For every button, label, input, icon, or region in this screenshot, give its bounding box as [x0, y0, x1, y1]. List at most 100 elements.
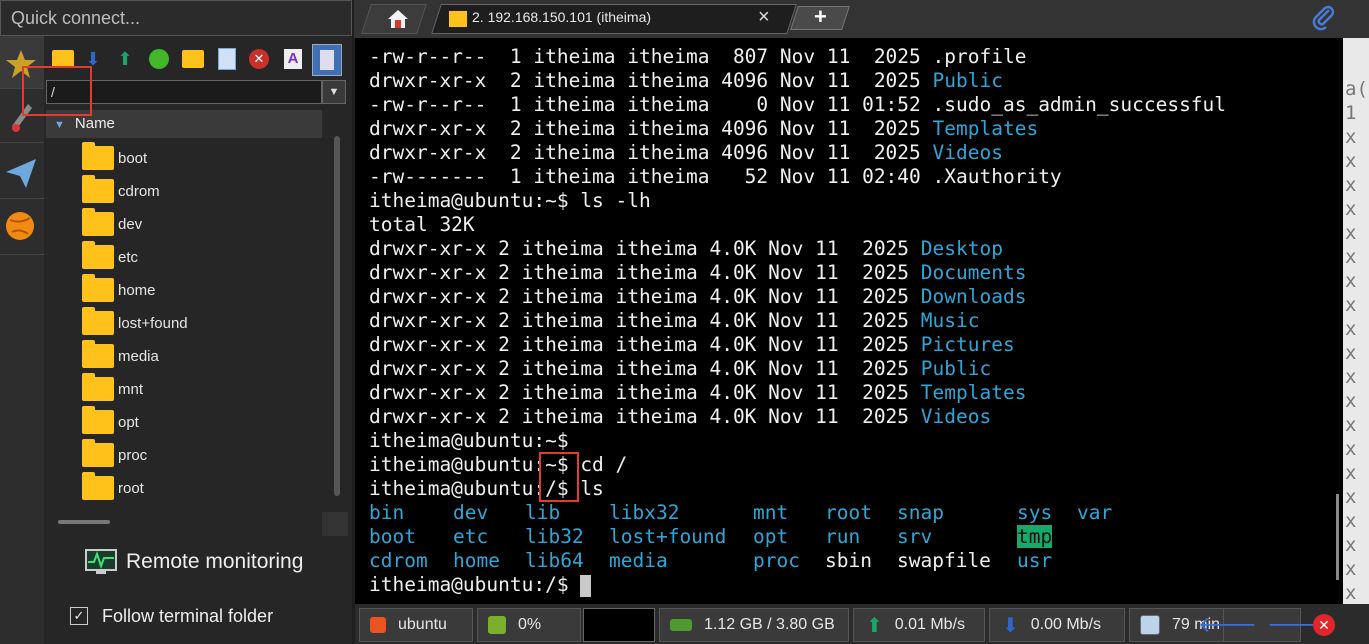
terminal-line-text: drwxr-xr-x 2 itheima itheima 4096 Nov 11… [369, 141, 933, 164]
ls-entry-text: sys [1017, 501, 1053, 524]
paperclip-icon[interactable] [1310, 4, 1338, 32]
globe-icon [6, 212, 34, 240]
folder-row-home[interactable]: home [82, 274, 156, 305]
upload-button[interactable]: ⬆ [112, 46, 138, 72]
new-file-icon [218, 48, 236, 70]
terminal-line: drwxr-xr-x 2 itheima itheima 4.0K Nov 11… [369, 261, 1026, 285]
terminal-filename: .Xauthority [932, 165, 1062, 188]
ls-entry-text: sbin [825, 549, 872, 572]
properties-button[interactable] [312, 44, 342, 76]
ls-entry: sys [1017, 501, 1052, 525]
ubuntu-icon [370, 617, 386, 633]
status-cpu: 0% [477, 608, 581, 642]
left-icon-strip [0, 36, 44, 644]
new-folder-icon [182, 50, 204, 68]
annotation-prompt-box [539, 452, 579, 502]
ls-entry-text: snap [897, 501, 944, 524]
ls-entry: mnt [753, 501, 788, 525]
folder-row-media[interactable]: media [82, 340, 159, 371]
background-text-char: x [1345, 222, 1357, 244]
new-folder-button[interactable] [180, 46, 206, 72]
ls-entry: lib [525, 501, 560, 525]
new-file-button[interactable] [214, 46, 240, 72]
ls-entry: opt [753, 525, 788, 549]
clock-monitor-icon [1140, 615, 1160, 635]
delete-button[interactable]: ✕ [246, 46, 272, 72]
download-arrow-icon: ⬇ [1002, 614, 1019, 637]
background-text-char: x [1345, 534, 1357, 556]
folder-icon [82, 472, 114, 500]
status-host[interactable]: ubuntu [359, 608, 473, 642]
folder-row-boot[interactable]: boot [82, 142, 147, 173]
folder-icon [82, 340, 114, 368]
tab-close-button[interactable]: × [758, 6, 770, 29]
follow-terminal-checkbox[interactable]: ✓ Follow terminal folder [70, 604, 350, 628]
terminal-line-text: drwxr-xr-x 2 itheima itheima 4.0K Nov 11… [369, 381, 921, 404]
terminal-line: drwxr-xr-x 2 itheima itheima 4096 Nov 11… [369, 69, 1003, 93]
ls-entry: proc [753, 549, 800, 573]
terminal-filename: Public [932, 69, 1003, 92]
background-text-char: x [1345, 294, 1357, 316]
terminal-filename: Downloads [920, 285, 1027, 308]
folder-row-lost-found[interactable]: lost+found [82, 307, 188, 338]
terminal-line: total 32K [369, 213, 475, 237]
ls-entry: var [1077, 501, 1112, 525]
terminal-line-text: drwxr-xr-x 2 itheima itheima 4.0K Nov 11… [369, 357, 921, 380]
terminal[interactable]: -rw-r--r-- 1 itheima itheima 807 Nov 11 … [355, 38, 1343, 604]
terminal-line: drwxr-xr-x 2 itheima itheima 4.0K Nov 11… [369, 309, 979, 333]
terminal-filename: Templates [932, 117, 1039, 140]
arrow-left-icon[interactable]: 🡐 [1198, 612, 1257, 638]
terminal-tab-icon [448, 10, 468, 28]
ls-entry-text: etc [453, 525, 489, 548]
folder-icon [82, 175, 114, 203]
status-upload: ⬆ 0.01 Mb/s [853, 608, 985, 642]
terminal-line: drwxr-xr-x 2 itheima itheima 4.0K Nov 11… [369, 405, 991, 429]
status-download: ⬇ 0.00 Mb/s [989, 608, 1125, 642]
folder-row-dev[interactable]: dev [82, 208, 142, 239]
checkbox-checked-icon: ✓ [70, 607, 88, 625]
file-list-scrollbar[interactable] [334, 136, 340, 496]
folder-row-root[interactable]: root [82, 472, 144, 503]
follow-terminal-label: Follow terminal folder [102, 605, 274, 626]
quick-connect-input[interactable]: Quick connect... [0, 0, 352, 36]
terminal-line-text: itheima@ubuntu:~$ cd / [369, 453, 628, 476]
terminal-scrollbar[interactable] [1336, 494, 1339, 580]
close-session-icon[interactable]: ✕ [1313, 614, 1335, 636]
terminal-line-text: drwxr-xr-x 2 itheima itheima 4.0K Nov 11… [369, 237, 921, 260]
terminal-line-text: itheima@ubuntu:~$ [369, 429, 569, 452]
path-dropdown-button[interactable]: ▼ [322, 80, 346, 104]
terminal-line-text: -rw------- 1 itheima itheima 52 Nov 11 0… [369, 165, 933, 188]
name-column-label: Name [74, 115, 115, 132]
prompt-text: itheima@ubuntu:/$ [369, 573, 581, 596]
folder-row-proc[interactable]: proc [82, 439, 147, 470]
folder-row-etc[interactable]: etc [82, 241, 138, 272]
folder-name: mnt [118, 380, 144, 398]
folder-row-mnt[interactable]: mnt [82, 373, 144, 404]
ls-entry: swapfile [897, 549, 991, 573]
paper-plane-icon [6, 159, 36, 188]
ls-entry: root [825, 501, 872, 525]
monitor-icon [85, 549, 117, 574]
background-text-char: x [1345, 582, 1357, 604]
ls-entry-text: lib64 [525, 549, 584, 572]
download-value: 0.00 Mb/s [1030, 616, 1102, 633]
refresh-button[interactable] [146, 46, 172, 72]
ls-entry: run [825, 525, 860, 549]
terminal-line: drwxr-xr-x 2 itheima itheima 4096 Nov 11… [369, 141, 1003, 165]
remote-monitoring-button[interactable]: Remote monitoring [84, 546, 344, 578]
ls-entry: lib32 [525, 525, 584, 549]
folder-name: cdrom [118, 182, 160, 200]
terminal-line: itheima@ubuntu:~$ cd / [369, 453, 627, 477]
terminal-line-text: -rw-r--r-- 1 itheima itheima 0 Nov 11 01… [369, 93, 933, 116]
ls-entry: bin [369, 501, 404, 525]
ls-entry-text: lib [525, 501, 561, 524]
folder-row-opt[interactable]: opt [82, 406, 139, 437]
tab-label: 2. 192.168.150.101 (itheima) [472, 9, 652, 25]
rename-button[interactable]: A [280, 46, 306, 72]
ls-entry: media [609, 549, 668, 573]
terminal-line-text: total 32K [369, 213, 475, 236]
folder-row-cdrom[interactable]: cdrom [82, 175, 160, 206]
ls-entry-text: srv [897, 525, 933, 548]
file-list-h-scrollbar[interactable] [58, 520, 110, 524]
host-label: ubuntu [398, 616, 447, 633]
